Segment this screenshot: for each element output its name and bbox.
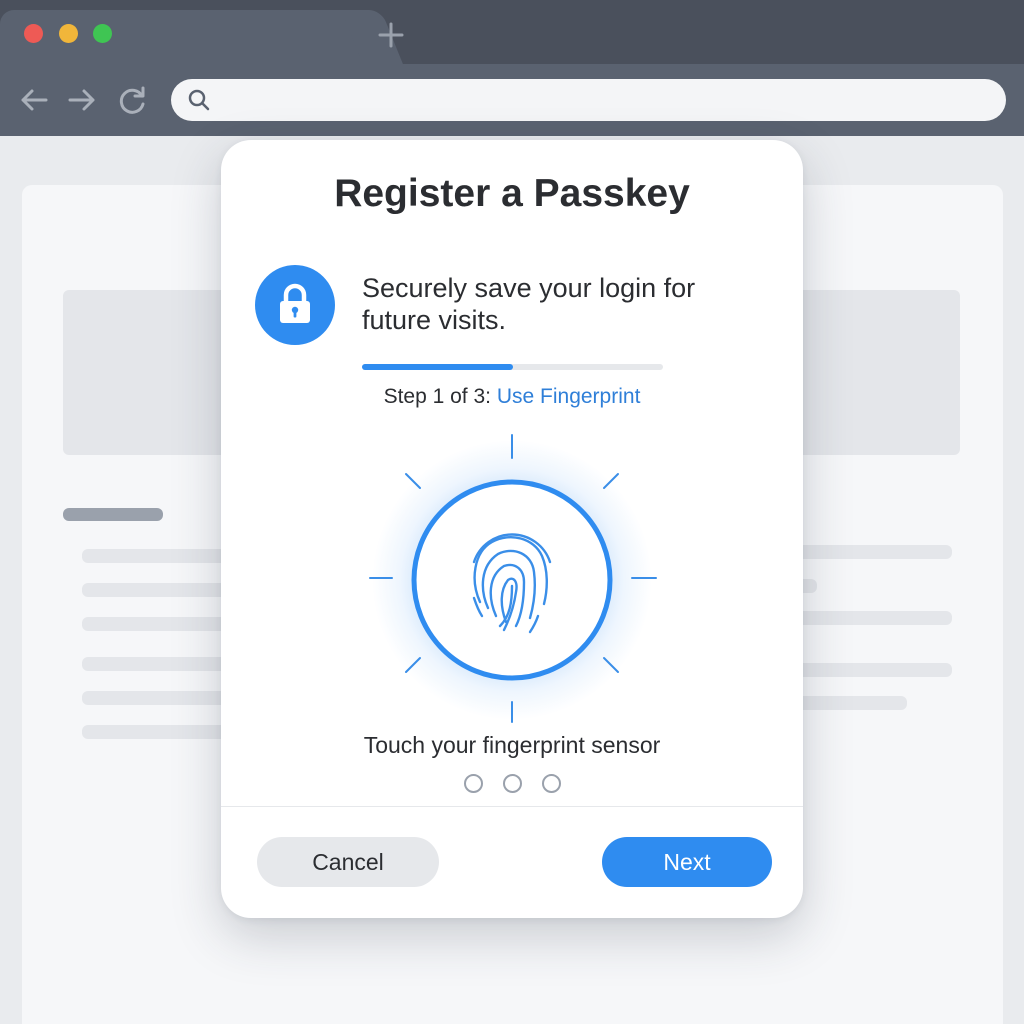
plus-icon[interactable] bbox=[376, 20, 406, 50]
step-progress-bar bbox=[362, 364, 663, 370]
close-window-button[interactable] bbox=[24, 24, 43, 43]
sensor-instruction: Touch your fingerprint sensor bbox=[363, 732, 661, 758]
step-dot bbox=[503, 774, 522, 793]
back-arrow-icon[interactable] bbox=[18, 84, 50, 116]
text-line-placeholder bbox=[790, 545, 952, 559]
text-line-placeholder bbox=[82, 617, 232, 631]
text-line-placeholder bbox=[82, 657, 232, 671]
browser-chrome bbox=[0, 0, 1024, 136]
minimize-window-button[interactable] bbox=[59, 24, 78, 43]
step-indicator: Step 1 of 3: Use Fingerprint bbox=[0, 385, 1024, 409]
text-line-placeholder bbox=[82, 583, 232, 597]
cancel-button[interactable]: Cancel bbox=[257, 837, 439, 887]
footer-divider bbox=[221, 806, 803, 807]
text-line-placeholder bbox=[82, 691, 232, 705]
lock-badge bbox=[255, 265, 335, 345]
text-line-placeholder bbox=[790, 663, 952, 677]
step-counter: Step 1 of 3: bbox=[383, 385, 491, 408]
text-line-placeholder bbox=[82, 549, 232, 563]
url-input[interactable] bbox=[223, 85, 983, 115]
step-dot bbox=[542, 774, 561, 793]
dialog-subtitle: Securely save your login for future visi… bbox=[362, 273, 696, 335]
sensor-ring bbox=[411, 479, 613, 681]
step-dot bbox=[464, 774, 483, 793]
address-bar[interactable] bbox=[171, 79, 1006, 121]
maximize-window-button[interactable] bbox=[93, 24, 112, 43]
reload-icon[interactable] bbox=[117, 84, 149, 116]
progress-fill bbox=[362, 364, 513, 370]
fingerprint-sensor[interactable] bbox=[362, 430, 662, 730]
search-icon bbox=[188, 89, 210, 111]
forward-arrow-icon[interactable] bbox=[66, 84, 98, 116]
text-line-placeholder bbox=[790, 611, 952, 625]
text-line-placeholder bbox=[790, 696, 907, 710]
heading-placeholder bbox=[63, 508, 163, 521]
lock-icon bbox=[280, 283, 310, 323]
browser-tab[interactable] bbox=[0, 10, 370, 64]
tab-strip bbox=[0, 0, 1024, 64]
dialog-title: Register a Passkey bbox=[334, 172, 690, 215]
step-method-label: Use Fingerprint bbox=[496, 385, 641, 408]
next-button[interactable]: Next bbox=[602, 837, 772, 887]
